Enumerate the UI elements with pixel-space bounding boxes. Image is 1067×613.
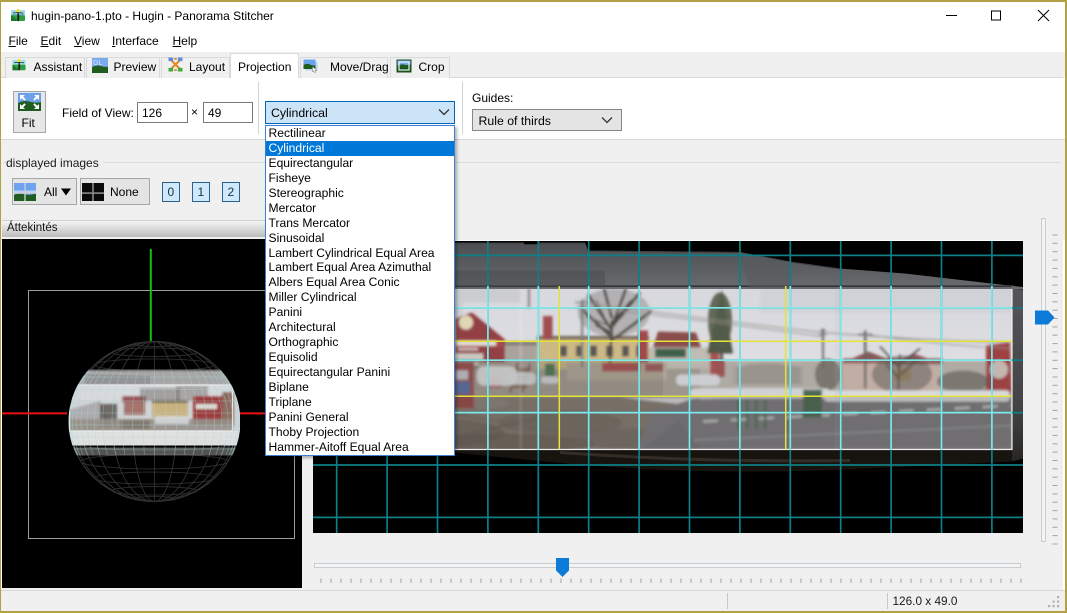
svg-text:GL: GL bbox=[93, 60, 102, 67]
